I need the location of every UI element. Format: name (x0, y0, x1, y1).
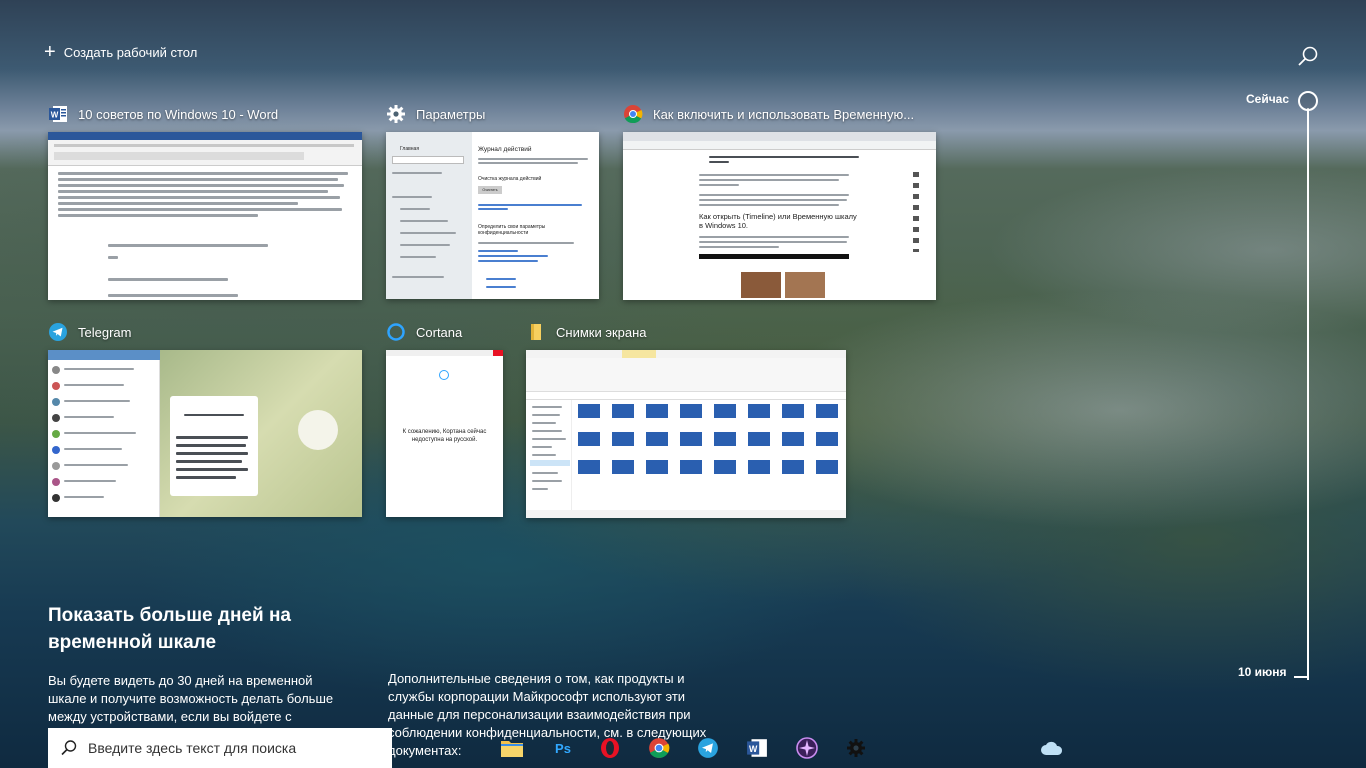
timeline-now-label: Сейчас (1246, 92, 1290, 106)
card-title: Снимки экрана (556, 324, 647, 340)
info-title: Показать больше дней на временной шкале (48, 605, 292, 653)
svg-text:W: W (51, 111, 59, 120)
settings-privacy-header: Определить свои параметры конфиденциальн… (478, 224, 546, 236)
chrome-icon (623, 104, 643, 124)
telegram-thumbnail (48, 350, 362, 517)
chrome-thumbnail: Как открыть (Timeline) или Временную шка… (623, 132, 936, 300)
taskbar-telegram-icon[interactable] (696, 736, 720, 760)
settings-home-label: Главная (400, 146, 420, 152)
plus-icon: + (44, 41, 56, 63)
card-title: Как включить и использовать Временную... (653, 106, 915, 122)
explorer-thumbnail (526, 350, 846, 518)
taskbar-folder-icon[interactable] (500, 736, 524, 760)
word-icon: W (48, 104, 68, 124)
timeline-date-label[interactable]: 10 июня (1238, 665, 1287, 679)
timeline-current-marker[interactable] (1298, 91, 1318, 111)
new-desktop-label: Создать рабочий стол (63, 44, 198, 60)
activity-card-chrome[interactable]: Как включить и использовать Временную...… (623, 104, 936, 300)
activity-card-word[interactable]: W 10 советов по Windows 10 - Word (48, 104, 362, 300)
activity-card-explorer[interactable]: Снимки экрана (526, 322, 846, 518)
new-desktop-button[interactable]: + Создать рабочий стол (44, 41, 198, 63)
settings-clear-button: Очистить (478, 186, 502, 194)
activity-card-cortana[interactable]: Cortana К сожалению, Кортана сейчас недо… (386, 322, 503, 518)
cortana-icon (386, 322, 406, 342)
activity-card-telegram[interactable]: Telegram (48, 322, 362, 518)
card-title: Telegram (78, 324, 132, 340)
activity-card-settings[interactable]: Параметры Главная Журнал действий Очистк… (386, 104, 599, 300)
timeline-scrollbar[interactable] (1307, 108, 1309, 680)
svg-text:W: W (749, 744, 758, 754)
taskbar-opera-icon[interactable] (598, 736, 622, 760)
taskbar-gear-icon[interactable] (844, 736, 868, 760)
telegram-icon (48, 322, 68, 342)
weather-cloud-icon[interactable] (1040, 736, 1064, 760)
search-icon (1298, 46, 1318, 66)
card-title: Cortana (416, 324, 463, 340)
card-title: Параметры (416, 106, 486, 122)
chrome-article-heading: Как открыть (Timeline) или Временную шка… (699, 212, 857, 230)
taskbar-chrome-icon[interactable] (647, 736, 671, 760)
cortana-thumbnail: К сожалению, Кортана сейчас недоступна н… (386, 350, 503, 517)
card-title: 10 советов по Windows 10 - Word (78, 106, 279, 122)
search-icon (61, 740, 77, 756)
folder-icon (526, 322, 546, 342)
taskbar-search-placeholder: Введите здесь текст для поиска (88, 740, 297, 756)
word-thumbnail (48, 132, 362, 300)
taskbar-photoshop-icon[interactable]: Ps (551, 736, 575, 760)
cortana-ring-icon (439, 370, 449, 380)
taskbar-compass-icon[interactable] (795, 736, 819, 760)
cortana-message: К сожалению, Кортана сейчас недоступна н… (402, 429, 487, 443)
timeline-search-button[interactable] (1296, 45, 1320, 69)
settings-clear-header: Очистка журнала действий (478, 176, 542, 182)
taskbar-word-icon[interactable]: W (745, 736, 769, 760)
taskbar-search-box[interactable]: Введите здесь текст для поиска (48, 728, 392, 768)
gear-icon (386, 104, 406, 124)
settings-thumbnail: Главная Журнал действий Очистка журнала … (386, 132, 599, 299)
timeline-date-tick (1294, 676, 1309, 678)
settings-section-header: Журнал действий (478, 146, 532, 153)
